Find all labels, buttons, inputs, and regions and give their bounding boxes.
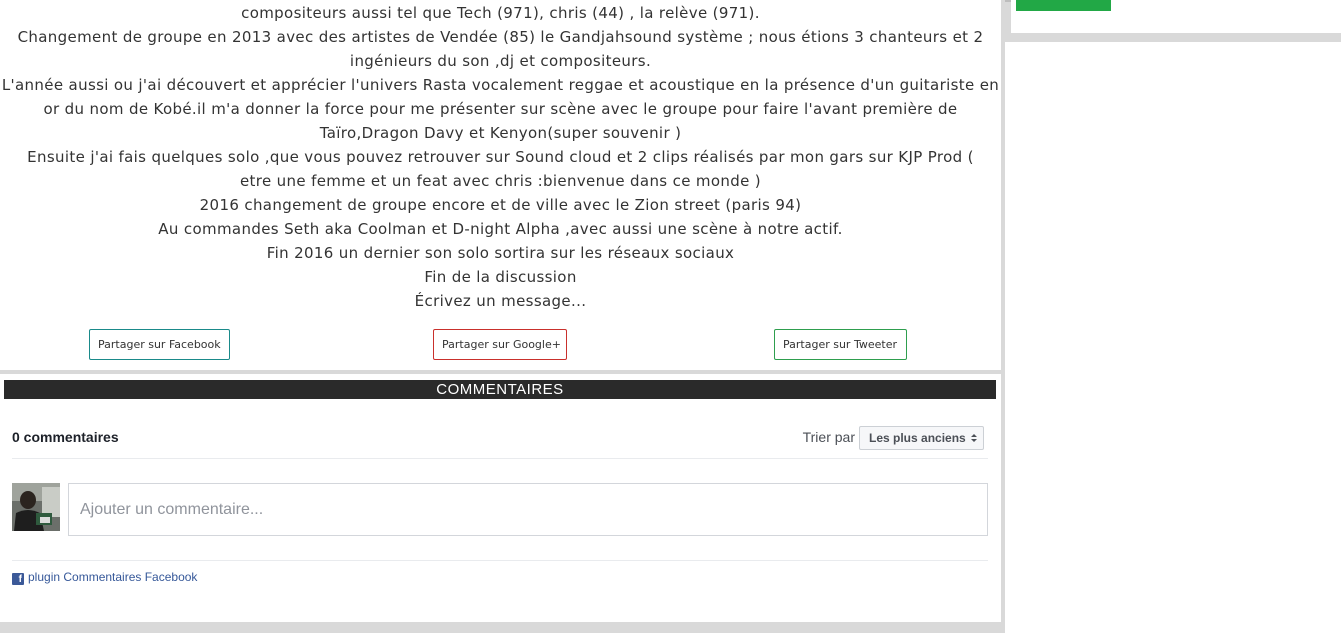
- bio-line: Fin de la discussion: [424, 268, 577, 286]
- bio-line: 2016 changement de groupe encore et de v…: [199, 196, 802, 214]
- article-panel: compositeurs aussi tel que Tech (971), c…: [0, 0, 1001, 370]
- sidebar-panel: [1005, 42, 1341, 633]
- bio-line: L'année aussi ou j'ai découvert et appré…: [1, 76, 1000, 94]
- bio-line: Écrivez un message...: [414, 292, 587, 310]
- facebook-comments-widget: 0 commentaires Trier par Les plus ancien…: [12, 419, 988, 619]
- comment-count: 0 commentaires: [12, 429, 119, 445]
- bio-line: Taïro,Dragon Davy et Kenyon(super souven…: [319, 124, 682, 142]
- bio-line: etre une femme et un feat avec chris :bi…: [239, 172, 762, 190]
- divider: [12, 458, 988, 459]
- facebook-icon: f: [12, 573, 24, 585]
- facebook-plugin-link[interactable]: f plugin Commentaires Facebook: [12, 570, 197, 585]
- bio-line: Fin 2016 un dernier son solo sortira sur…: [266, 244, 735, 262]
- bio-line: Ensuite j'ai fais quelques solo ,que vou…: [27, 148, 974, 166]
- bio-line: ingénieurs du son ,dj et compositeurs.: [349, 52, 652, 70]
- sort-select-value: Les plus anciens: [869, 431, 966, 445]
- sidebar-widget: [1011, 0, 1341, 33]
- sort-caret-icon: [971, 427, 977, 458]
- share-facebook-button[interactable]: Partager sur Facebook: [89, 329, 230, 360]
- article-bio-text: compositeurs aussi tel que Tech (971), c…: [0, 1, 1001, 313]
- bio-line: or du nom de Kobé.il m'a donner la force…: [43, 100, 958, 118]
- share-buttons-row: Partager sur Facebook Partager sur Googl…: [0, 329, 1001, 360]
- user-avatar[interactable]: [12, 483, 60, 531]
- sidebar-green-button[interactable]: [1016, 0, 1111, 11]
- share-twitter-button[interactable]: Partager sur Tweeter: [774, 329, 907, 360]
- share-google-button[interactable]: Partager sur Google+: [433, 329, 567, 360]
- bio-line: Au commandes Seth aka Coolman et D-night…: [158, 220, 843, 238]
- comments-panel: COMMENTAIRES 0 commentaires Trier par Le…: [0, 374, 1001, 622]
- sort-label: Trier par: [802, 429, 855, 445]
- comment-input[interactable]: Ajouter un commentaire...: [68, 483, 988, 536]
- comments-header: COMMENTAIRES: [4, 380, 996, 399]
- bio-line: compositeurs aussi tel que Tech (971), c…: [241, 4, 760, 22]
- plugin-label: plugin Commentaires Facebook: [28, 570, 198, 584]
- divider: [12, 560, 988, 561]
- sort-select[interactable]: Les plus anciens: [859, 426, 984, 450]
- bio-line: Changement de groupe en 2013 avec des ar…: [17, 28, 984, 46]
